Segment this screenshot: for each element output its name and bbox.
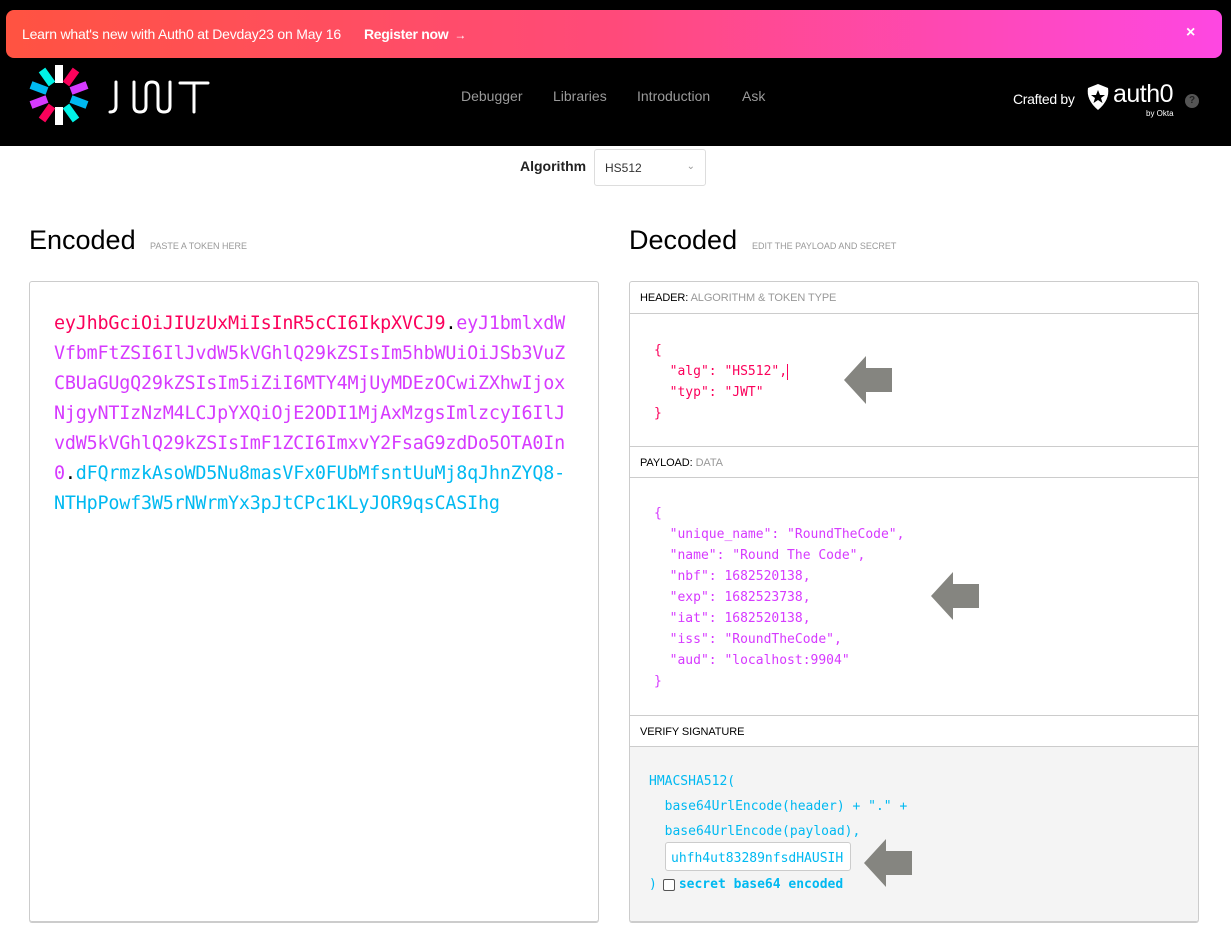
crafted-by-label: Crafted by (1013, 91, 1075, 107)
arrow-right-icon: → (454, 28, 467, 42)
json-line: "iat": 1682520138, (654, 611, 811, 626)
json-line: "typ": "JWT" (654, 385, 764, 400)
json-line: "nbf": 1682520138, (654, 569, 811, 584)
token-payload-part: eyJ1bmlxdWVfbmFtZSI6IlJvdW5kVGhlQ29kZSIs… (54, 313, 566, 484)
register-now-label: Register now (364, 26, 449, 42)
decoded-subtitle: EDIT THE PAYLOAD AND SECRET (752, 241, 897, 251)
json-line: } (654, 406, 662, 421)
hmac-close: ) (649, 877, 657, 892)
encoded-token[interactable]: eyJhbGciOiJIUzUxMiIsInR5cCI6IkpXVCJ9.eyJ… (54, 309, 574, 519)
encoded-subtitle: PASTE A TOKEN HERE (150, 241, 248, 251)
decoded-title: Decoded (629, 225, 738, 255)
text-cursor (787, 363, 789, 380)
algorithm-label: Algorithm (520, 158, 587, 174)
json-line: } (654, 674, 662, 689)
nav-introduction[interactable]: Introduction (637, 88, 710, 104)
jwt-logo-icon[interactable] (28, 64, 90, 126)
token-signature-part: dFQrmzkAsoWD5Nu8masVFx0FUbMfsntUuMj8qJhn… (54, 463, 565, 514)
json-line-text: "alg": "HS512", (654, 364, 788, 379)
help-icon[interactable]: ? (1185, 94, 1199, 108)
json-line: "exp": 1682523738, (654, 590, 811, 605)
register-now-link[interactable]: Register now → (364, 26, 466, 42)
secret-row: uhfh4ut83289nfsdHAUSIH (649, 842, 1198, 872)
chevron-down-icon: ⌄ (686, 161, 695, 172)
hmac-line-payload: base64UrlEncode(payload), (649, 824, 861, 839)
json-line: "iss": "RoundTheCode", (654, 632, 842, 647)
auth0-shield-icon (1087, 84, 1109, 110)
encoded-title: Encoded (29, 225, 136, 255)
header-label: HEADER: (640, 292, 689, 304)
token-header-part: eyJhbGciOiJIUzUxMiIsInR5cCI6IkpXVCJ9 (54, 313, 446, 334)
secret-base64-label[interactable]: secret base64 encoded (679, 877, 843, 892)
payload-arrow-icon (931, 572, 979, 620)
banner-text: Learn what's new with Auth0 at Devday23 … (22, 26, 341, 42)
json-line: { (654, 343, 662, 358)
token-separator: . (64, 463, 76, 484)
token-separator: . (445, 313, 457, 334)
header-section-title: HEADER: ALGORITHM & TOKEN TYPE (630, 282, 1198, 314)
secret-input[interactable]: uhfh4ut83289nfsdHAUSIH (665, 842, 851, 871)
secret-base64-checkbox[interactable] (662, 878, 675, 891)
nav-ask[interactable]: Ask (742, 88, 765, 104)
top-bar: Learn what's new with Auth0 at Devday23 … (0, 0, 1231, 146)
hmac-close-row: ) secret base64 encoded (649, 872, 1198, 898)
verify-signature-body: HMACSHA512( base64UrlEncode(header) + ".… (630, 747, 1198, 921)
hmac-line-header: base64UrlEncode(header) + "." + (649, 799, 908, 814)
json-line: { (654, 506, 662, 521)
close-banner-button[interactable]: × (1186, 24, 1195, 42)
algorithm-value: HS512 (605, 161, 642, 175)
payload-json-editor[interactable]: { "unique_name": "RoundTheCode", "name":… (630, 478, 1198, 715)
auth0-logo[interactable]: auth0 by Okta (1086, 80, 1178, 120)
encoded-token-editor[interactable]: eyJhbGciOiJIUzUxMiIsInR5cCI6IkpXVCJ9.eyJ… (29, 281, 599, 922)
header-desc: ALGORITHM & TOKEN TYPE (690, 292, 837, 304)
decoded-panel: HEADER: ALGORITHM & TOKEN TYPE { "alg": … (629, 281, 1199, 922)
header-arrow-icon (844, 356, 892, 404)
promo-banner: Learn what's new with Auth0 at Devday23 … (6, 10, 1222, 58)
secret-arrow-icon (864, 839, 912, 887)
json-line: "alg": "HS512", (654, 361, 1198, 382)
hmac-open: HMACSHA512( (649, 774, 736, 789)
header-json-editor[interactable]: { "alg": "HS512", "typ": "JWT"} (630, 314, 1198, 446)
jwt-wordmark[interactable] (108, 80, 210, 114)
algorithm-select[interactable]: HS512 ⌄ (594, 149, 706, 186)
json-line: "unique_name": "RoundTheCode", (654, 527, 905, 542)
auth0-wordmark: auth0 (1113, 80, 1174, 108)
json-line: "aud": "localhost:9904" (654, 653, 850, 668)
nav-debugger[interactable]: Debugger (461, 88, 523, 104)
by-okta-label: by Okta (1146, 109, 1174, 118)
nav-libraries[interactable]: Libraries (553, 88, 607, 104)
json-line: "name": "Round The Code", (654, 548, 866, 563)
